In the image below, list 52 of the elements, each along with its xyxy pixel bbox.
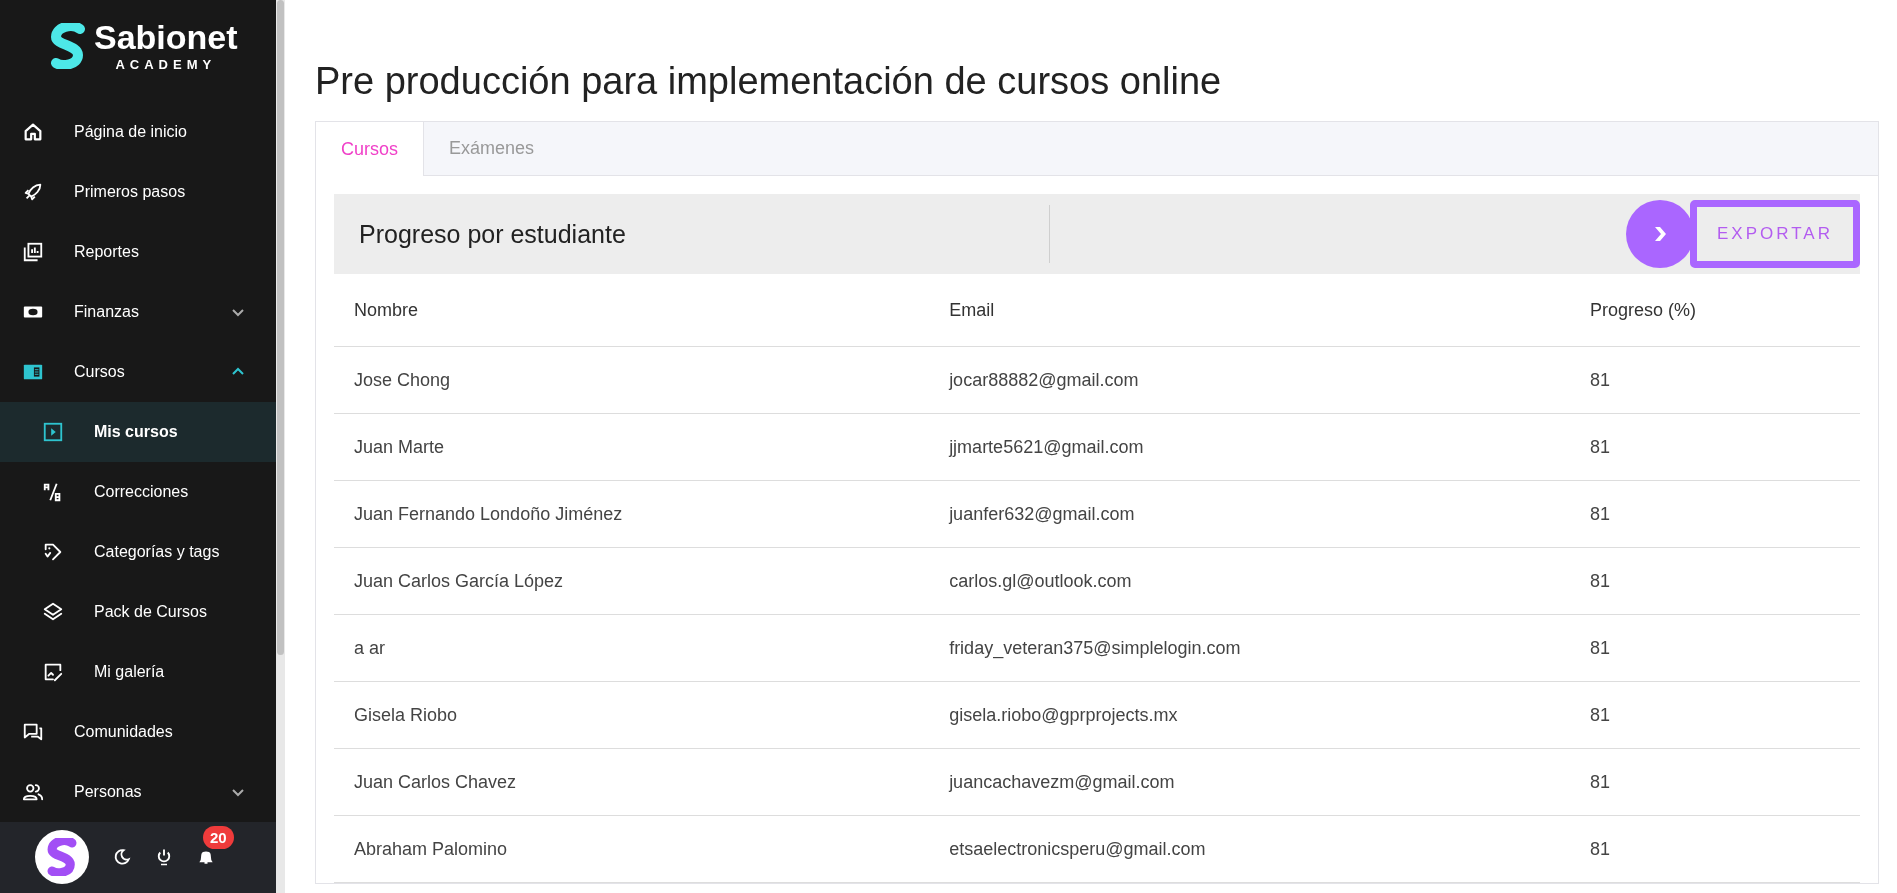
table-cell: Juan Fernando Londoño Jiménez	[334, 480, 930, 548]
sidebar-item[interactable]: Finanzas	[0, 281, 276, 342]
table-cell: juancachavezm@gmail.com	[929, 748, 1571, 816]
section-title: Progreso por estudiante	[359, 219, 626, 249]
table-cell: 81	[1570, 547, 1860, 615]
table-cell: jjmarte5621@gmail.com	[929, 413, 1571, 481]
layers-icon	[42, 600, 64, 623]
table-cell: Jose Chong	[334, 346, 930, 414]
sidebar-item[interactable]: Mi galería	[0, 641, 276, 702]
table-cell: 81	[1570, 614, 1860, 682]
table-cell: 81	[1570, 748, 1860, 816]
column-header: Nombre	[334, 274, 930, 347]
chart-icon	[22, 240, 44, 263]
table-cell: gisela.riobo@gprprojects.mx	[929, 681, 1571, 749]
table-cell: Juan Marte	[334, 413, 930, 481]
page-title: Pre producción para implementación de cursos online	[315, 60, 1223, 103]
table-cell: Juan Carlos García López	[334, 547, 930, 615]
sidebar-item[interactable]: Primeros pasos	[0, 161, 276, 222]
table-cell: 81	[1570, 346, 1860, 414]
moon-icon[interactable]	[113, 848, 131, 867]
table-cell: 81	[1570, 681, 1860, 749]
sidebar-item[interactable]: Cursos	[0, 341, 276, 402]
avatar[interactable]	[35, 830, 89, 885]
sidebar-item[interactable]: Personas	[0, 761, 276, 822]
table-cell: friday_veteran375@simplelogin.com	[929, 614, 1571, 682]
table-cell: 81	[1570, 480, 1860, 548]
table-cell: a ar	[334, 614, 930, 682]
table-cell: Juan Carlos Chavez	[334, 748, 930, 816]
logo-icon	[50, 22, 86, 69]
table-cell: etsaelectronicsperu@gmail.com	[929, 815, 1571, 883]
notification-badge: 20	[203, 826, 234, 850]
table-cell: carlos.gl@outlook.com	[929, 547, 1571, 615]
sidebar-item[interactable]: Reportes	[0, 221, 276, 282]
table-cell: 81	[1570, 413, 1860, 481]
sidebar-item[interactable]: Categorías y tags	[0, 521, 276, 582]
sidebar-item[interactable]: Página de inicio	[0, 101, 276, 162]
column-header: Email	[929, 274, 1571, 347]
sidebar-item[interactable]: Correcciones	[0, 461, 276, 522]
table-cell: juanfer632@gmail.com	[929, 480, 1571, 548]
sidebar-item[interactable]: Comunidades	[0, 701, 276, 762]
logo-name: Sabionet	[94, 19, 238, 54]
power-icon[interactable]	[155, 848, 173, 867]
sidebar-item[interactable]: Mis cursos	[0, 401, 276, 462]
logo-tagline: ACADEMY	[114, 56, 218, 72]
table-cell: Gisela Riobo	[334, 681, 930, 749]
scrollbar-thumb[interactable]	[277, 0, 284, 655]
table-cell: jocar88882@gmail.com	[929, 346, 1571, 414]
table-cell: 81	[1570, 815, 1860, 883]
column-header: Progreso (%)	[1570, 274, 1860, 347]
sidebar-item[interactable]: Pack de Cursos	[0, 581, 276, 642]
table-cell: Abraham Palomino	[334, 815, 930, 883]
play-icon	[42, 420, 64, 443]
